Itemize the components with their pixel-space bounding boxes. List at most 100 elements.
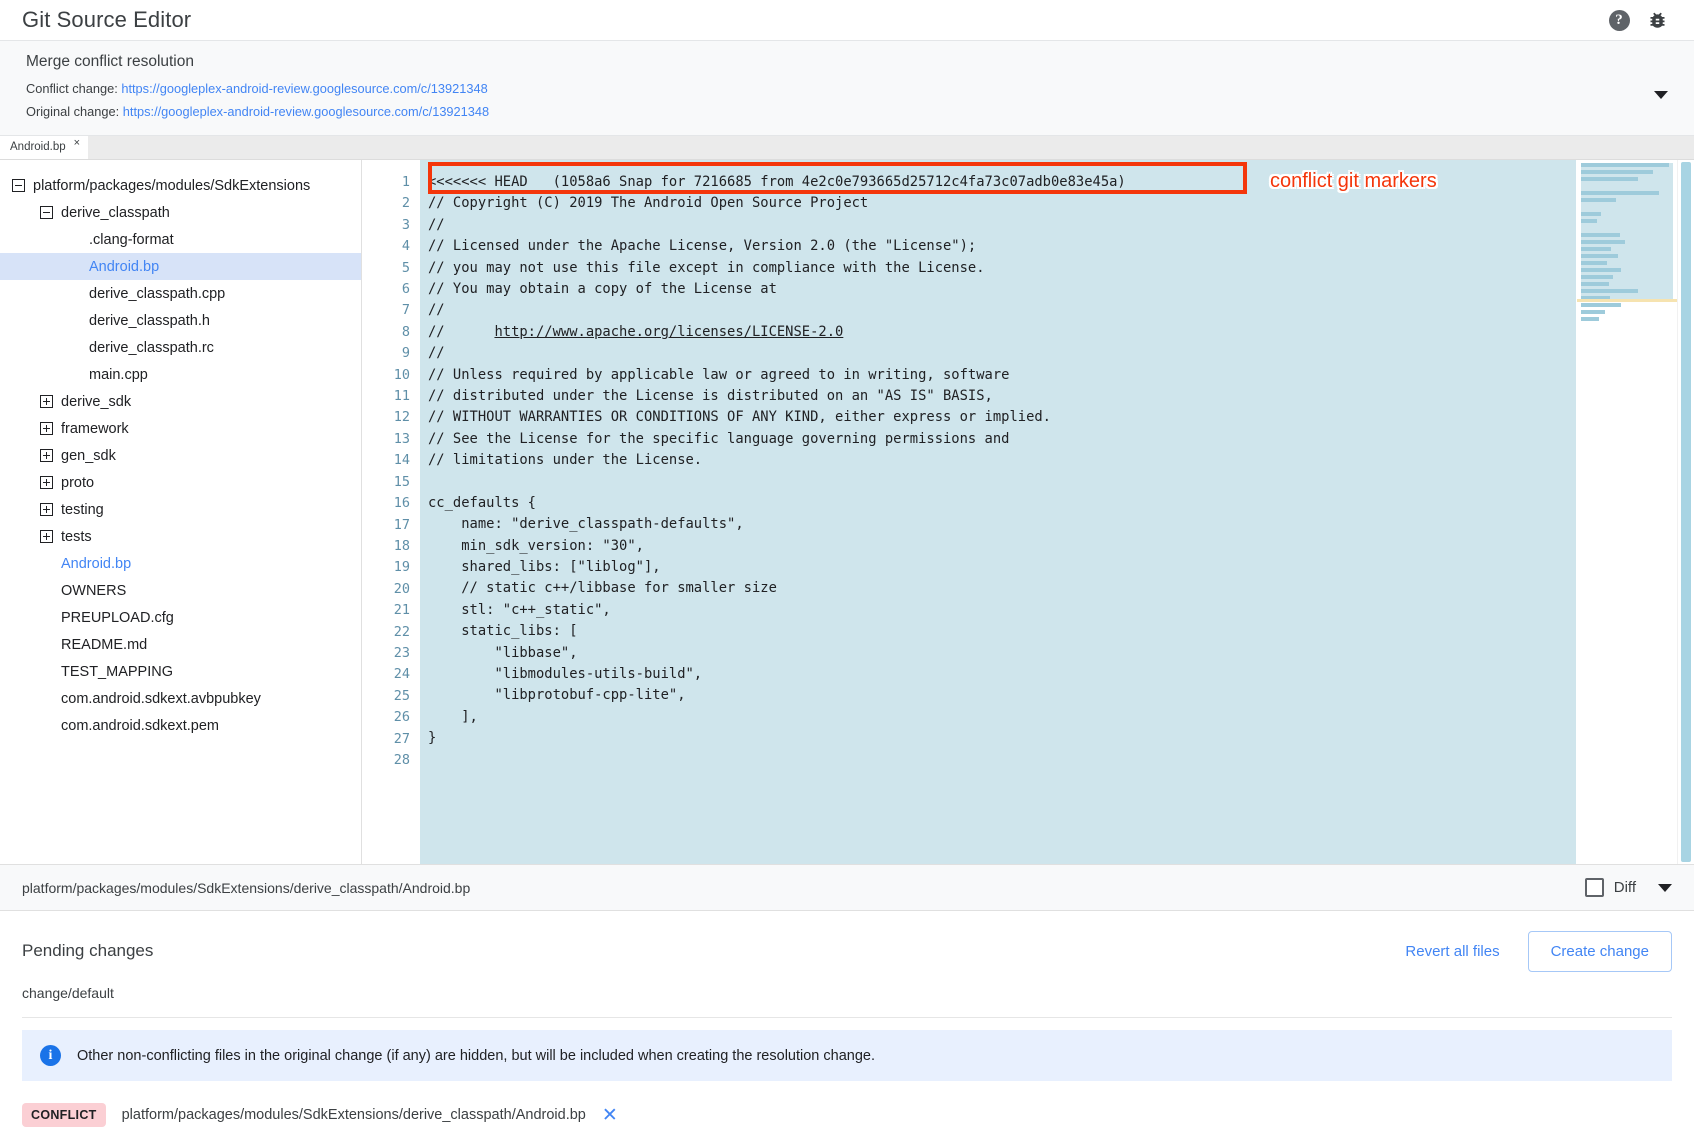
code-line[interactable]: // xyxy=(420,343,1576,364)
scrollbar-thumb[interactable] xyxy=(1681,162,1691,862)
tree-item[interactable]: Android.bp xyxy=(0,253,361,280)
code-line[interactable]: min_sdk_version: "30", xyxy=(420,536,1576,557)
expand-icon[interactable] xyxy=(40,530,53,543)
code-line[interactable]: // Unless required by applicable law or … xyxy=(420,365,1576,386)
code-line[interactable]: // xyxy=(420,300,1576,321)
minimap-line xyxy=(1581,303,1621,307)
conflict-file-row: CONFLICT platform/packages/modules/SdkEx… xyxy=(22,1103,1672,1137)
tree-item-label: TEST_MAPPING xyxy=(61,664,173,680)
code-line[interactable] xyxy=(420,750,1576,771)
line-number: 1 xyxy=(362,172,410,193)
tree-item[interactable]: main.cpp xyxy=(0,361,361,388)
minimap-line xyxy=(1581,310,1605,314)
tree-item[interactable]: derive_sdk xyxy=(0,388,361,415)
code-line[interactable] xyxy=(420,471,1576,492)
line-number: 19 xyxy=(362,557,410,578)
merge-conflict-header: Merge conflict resolution Conflict chang… xyxy=(0,41,1694,136)
expand-icon[interactable] xyxy=(40,476,53,489)
code-line[interactable]: // you may not use this file except in c… xyxy=(420,258,1576,279)
minimap-line xyxy=(1581,233,1620,237)
license-url-link[interactable]: http://www.apache.org/licenses/LICENSE-2… xyxy=(494,324,843,340)
tree-item[interactable]: com.android.sdkext.avbpubkey xyxy=(0,685,361,712)
tab-android-bp[interactable]: Android.bp × xyxy=(0,135,88,159)
editor-tab-strip: Android.bp × xyxy=(0,136,1694,160)
code-line[interactable]: "libbase", xyxy=(420,643,1576,664)
bug-icon[interactable] xyxy=(1642,5,1672,35)
minimap-line xyxy=(1581,198,1616,202)
tree-item[interactable]: gen_sdk xyxy=(0,442,361,469)
code-line[interactable]: } xyxy=(420,728,1576,749)
tree-item-label: testing xyxy=(61,502,104,518)
tree-item[interactable]: derive_classpath xyxy=(0,199,361,226)
diff-options-chevron-down-icon[interactable] xyxy=(1658,884,1672,892)
tree-item[interactable]: TEST_MAPPING xyxy=(0,658,361,685)
create-change-button[interactable]: Create change xyxy=(1528,931,1672,972)
code-line[interactable]: // distributed under the License is dist… xyxy=(420,386,1576,407)
tree-item-label: gen_sdk xyxy=(61,448,116,464)
close-icon[interactable]: × xyxy=(74,138,80,149)
tree-item[interactable]: Android.bp xyxy=(0,550,361,577)
line-number: 18 xyxy=(362,536,410,557)
code-line[interactable]: // Licensed under the Apache License, Ve… xyxy=(420,236,1576,257)
code-line[interactable]: // limitations under the License. xyxy=(420,450,1576,471)
code-line[interactable]: // Copyright (C) 2019 The Android Open S… xyxy=(420,193,1576,214)
tree-item[interactable]: com.android.sdkext.pem xyxy=(0,712,361,739)
close-icon[interactable]: ✕ xyxy=(602,1106,618,1125)
tree-item-label: derive_classpath.cpp xyxy=(89,286,225,302)
tree-item[interactable]: README.md xyxy=(0,631,361,658)
code-line[interactable]: // static c++/libbase for smaller size xyxy=(420,578,1576,599)
code-line[interactable]: stl: "c++_static", xyxy=(420,600,1576,621)
expand-icon[interactable] xyxy=(40,395,53,408)
tree-item-label: com.android.sdkext.pem xyxy=(61,718,219,734)
collapse-icon[interactable] xyxy=(12,179,25,192)
status-badge: CONFLICT xyxy=(22,1103,106,1127)
tree-item[interactable]: OWNERS xyxy=(0,577,361,604)
tree-item[interactable]: derive_classpath.rc xyxy=(0,334,361,361)
tree-item[interactable]: platform/packages/modules/SdkExtensions xyxy=(0,172,361,199)
code-content[interactable]: <<<<<<< HEAD (1058a6 Snap for 7216685 fr… xyxy=(420,160,1576,864)
code-line[interactable]: "libmodules-utils-build", xyxy=(420,664,1576,685)
code-line[interactable]: name: "derive_classpath-defaults", xyxy=(420,514,1576,535)
help-icon[interactable]: ? xyxy=(1604,5,1634,35)
diff-checkbox[interactable] xyxy=(1585,878,1604,897)
code-line[interactable]: // See the License for the specific lang… xyxy=(420,429,1576,450)
code-line[interactable]: "libprotobuf-cpp-lite", xyxy=(420,685,1576,706)
code-line[interactable]: // WITHOUT WARRANTIES OR CONDITIONS OF A… xyxy=(420,407,1576,428)
expand-icon[interactable] xyxy=(40,503,53,516)
minimap-line xyxy=(1581,177,1638,181)
collapse-icon[interactable] xyxy=(40,206,53,219)
expand-icon[interactable] xyxy=(40,449,53,462)
code-line[interactable]: // xyxy=(420,215,1576,236)
tree-item-label: .clang-format xyxy=(89,232,174,248)
tree-item[interactable]: derive_classpath.cpp xyxy=(0,280,361,307)
line-number: 10 xyxy=(362,365,410,386)
line-number: 17 xyxy=(362,515,410,536)
line-number: 28 xyxy=(362,750,410,771)
code-line[interactable]: // http://www.apache.org/licenses/LICENS… xyxy=(420,322,1576,343)
chevron-down-icon[interactable] xyxy=(1654,91,1668,99)
code-line[interactable]: cc_defaults { xyxy=(420,493,1576,514)
minimap-line xyxy=(1581,289,1638,293)
editor-scrollbar[interactable] xyxy=(1677,160,1694,864)
tree-item[interactable]: derive_classpath.h xyxy=(0,307,361,334)
code-line[interactable]: // You may obtain a copy of the License … xyxy=(420,279,1576,300)
code-line[interactable]: static_libs: [ xyxy=(420,621,1576,642)
code-line[interactable]: ], xyxy=(420,707,1576,728)
line-number: 9 xyxy=(362,343,410,364)
revert-all-files-button[interactable]: Revert all files xyxy=(1405,943,1499,960)
original-change-link[interactable]: https://googleplex-android-review.google… xyxy=(123,104,489,119)
tree-item[interactable]: .clang-format xyxy=(0,226,361,253)
code-line[interactable]: shared_libs: ["liblog"], xyxy=(420,557,1576,578)
tree-item[interactable]: framework xyxy=(0,415,361,442)
tree-item[interactable]: testing xyxy=(0,496,361,523)
code-minimap[interactable] xyxy=(1576,160,1677,864)
original-change-row: Original change: https://googleplex-andr… xyxy=(26,104,1668,120)
conflict-change-link[interactable]: https://googleplex-android-review.google… xyxy=(121,81,487,96)
tree-item[interactable]: proto xyxy=(0,469,361,496)
tree-item[interactable]: PREUPLOAD.cfg xyxy=(0,604,361,631)
line-number: 11 xyxy=(362,386,410,407)
minimap-line xyxy=(1581,212,1601,216)
expand-icon[interactable] xyxy=(40,422,53,435)
tree-item[interactable]: tests xyxy=(0,523,361,550)
code-line[interactable]: <<<<<<< HEAD (1058a6 Snap for 7216685 fr… xyxy=(420,172,1576,193)
